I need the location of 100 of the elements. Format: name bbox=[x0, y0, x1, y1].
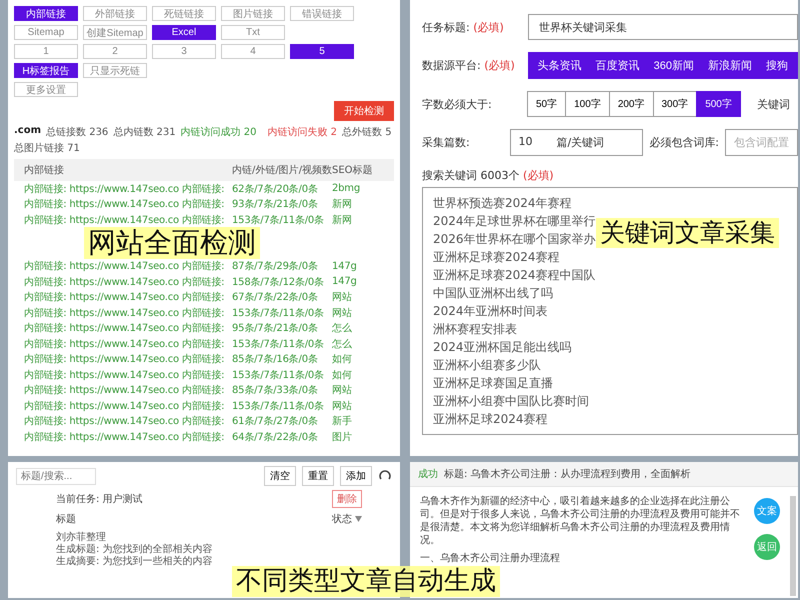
table-cell-text: 153条/7条/11条/0条 bbox=[232, 338, 325, 351]
table-cell-text: 85条/7条/33条/0条 bbox=[232, 384, 319, 398]
option-button[interactable]: Txt bbox=[221, 25, 285, 40]
item-title: 刘亦菲整理 bbox=[55, 532, 107, 544]
table-cell-text: 64条/7条/22条/0条 bbox=[232, 430, 319, 444]
option-button[interactable]: 2 bbox=[83, 44, 147, 59]
table-cell-text: 153条/7条/11条/0条 bbox=[232, 368, 325, 382]
table-cell-text: 网站 bbox=[332, 306, 353, 320]
table-cell-text: 93条/7条/21条/0条 bbox=[232, 198, 319, 212]
table-cell-text: 内部链接: https://www.147seo.co 内部链接: bbox=[24, 400, 226, 413]
table-cell-text: 内部链接: https://www.147seo.co 内部链接: bbox=[24, 198, 226, 212]
length-option[interactable]: 500字 bbox=[696, 91, 741, 117]
table-cell-text: 153条/7条/11条/0条 bbox=[232, 214, 325, 227]
table-cell-text: 内部链接: https://www.147seo.co 内部链接: bbox=[24, 414, 226, 428]
option-button[interactable]: 5 bbox=[290, 44, 354, 59]
length-option[interactable]: 300字 bbox=[652, 91, 698, 117]
option-button[interactable]: 创建Sitemap bbox=[83, 25, 147, 40]
toolbar-button[interactable]: 添加 bbox=[340, 466, 372, 486]
field-label: 采集篇数: bbox=[422, 135, 471, 150]
field-label: 关键词 bbox=[756, 96, 790, 112]
length-option[interactable]: 100字 bbox=[565, 91, 610, 117]
table-cell-text: 内部链接: https://www.147seo.co 内部链接: bbox=[24, 352, 226, 366]
table-cell-text: 153条/7条/11条/0条 bbox=[232, 400, 325, 413]
option-button[interactable]: 更多设置 bbox=[14, 82, 78, 97]
table-cell-text: 内部链接: https://www.147seo.co 内部链接: bbox=[24, 182, 226, 196]
table-cell-text: 怎么 bbox=[332, 322, 353, 336]
table-cell-text: 图片 bbox=[332, 430, 353, 444]
length-option[interactable]: 200字 bbox=[608, 91, 654, 117]
start-button[interactable]: 开始检测 bbox=[334, 101, 394, 121]
column-header: 标题 bbox=[56, 512, 76, 526]
field-label: 数据源平台: (必填) bbox=[422, 58, 516, 73]
caption-text: 不同类型文章自动生成 bbox=[232, 566, 500, 598]
caption-text: 关键词文章采集 bbox=[596, 218, 779, 248]
table-cell-text: 62条/7条/20条/0条 bbox=[232, 182, 319, 196]
option-button[interactable]: Excel bbox=[152, 25, 216, 40]
filter-icon[interactable] bbox=[355, 516, 362, 522]
table-cell-text: 153条/7条/11条/0条 bbox=[232, 306, 325, 320]
table-cell-text: 61条/7条/27条/0条 bbox=[232, 415, 319, 428]
table-cell-text: 如何 bbox=[332, 368, 353, 382]
stat-text: 总内链数 231 bbox=[113, 126, 176, 139]
source-option[interactable]: 360新闻 bbox=[654, 58, 694, 73]
table-cell-text: 内部链接: https://www.147seo.co 内部链接: bbox=[24, 368, 226, 382]
item-text: 生成摘要: 为您找到一些相关的内容 bbox=[55, 556, 214, 568]
option-button[interactable]: 只显示死链 bbox=[83, 63, 147, 78]
column-header: 内链/外链/图片/视频数 bbox=[232, 164, 332, 177]
table-cell-text: 内部链接: https://www.147seo.co 内部链接: bbox=[24, 290, 226, 304]
count-field[interactable]: 10 篇/关键词 bbox=[510, 129, 644, 156]
option-button[interactable]: 3 bbox=[152, 44, 216, 59]
table-cell-text: 新网 bbox=[332, 214, 353, 227]
table-cell-text: 内部链接: https://www.147seo.co 内部链接: bbox=[24, 322, 226, 336]
field-label: 任务标题: (必填) bbox=[422, 20, 505, 34]
column-header: SEO标题 bbox=[332, 164, 374, 177]
article-title: 成功 标题: 乌鲁木齐公司注册：从办理流程到费用，全面解析 bbox=[410, 462, 798, 487]
table-cell-text: 新网 bbox=[332, 198, 353, 212]
option-button[interactable]: 内部链接 bbox=[14, 6, 78, 21]
column-header: 状态 bbox=[332, 512, 362, 526]
table-cell-text: 87条/7条/29条/0条 bbox=[232, 260, 319, 274]
table-cell-text: 95条/7条/21条/0条 bbox=[232, 322, 319, 336]
toolbar-button[interactable]: 重置 bbox=[302, 466, 334, 486]
stat-text: 总图片链接 71 bbox=[14, 142, 80, 155]
table-cell-text: 85条/7条/16条/0条 bbox=[232, 353, 319, 366]
input-field[interactable]: 世界杯关键词采集 bbox=[528, 14, 798, 40]
option-button[interactable]: 图片链接 bbox=[221, 6, 285, 21]
table-cell-text: 新手 bbox=[332, 414, 353, 428]
search-field[interactable]: 标题/搜索... bbox=[16, 468, 96, 484]
source-option[interactable]: 头条资讯 bbox=[538, 58, 582, 73]
toolbar-button[interactable]: 清空 bbox=[264, 466, 296, 486]
option-button[interactable]: 1 bbox=[14, 44, 78, 59]
table-cell-text: 67条/7条/22条/0条 bbox=[232, 291, 319, 304]
source-option[interactable]: 新浪新闻 bbox=[708, 58, 752, 73]
table-cell-text: 147g bbox=[332, 276, 358, 288]
option-button[interactable]: 错误链接 bbox=[290, 6, 354, 21]
stat-text: 总链接数 236 bbox=[46, 126, 108, 139]
table-cell-text: 如何 bbox=[332, 353, 353, 366]
source-option[interactable]: 百度资讯 bbox=[596, 58, 640, 73]
table-cell-text: 怎么 bbox=[332, 338, 353, 351]
source-option[interactable]: 搜狗 bbox=[766, 58, 788, 73]
current-task-text: 当前任务: 用户测试 bbox=[56, 492, 143, 506]
field-label: 必须包含词库: bbox=[649, 135, 719, 150]
table-cell-text: 网站 bbox=[332, 290, 353, 304]
option-button[interactable]: H标签报告 bbox=[14, 63, 78, 78]
table-cell-text: 内部链接: https://www.147seo.co 内部链接: bbox=[24, 430, 226, 444]
table-cell-text: 网站 bbox=[332, 384, 353, 398]
option-button[interactable]: 死链链接 bbox=[152, 6, 216, 21]
option-button[interactable]: 4 bbox=[221, 44, 285, 59]
table-cell-text: 内部链接: https://www.147seo.co 内部链接: bbox=[24, 214, 226, 227]
scrollbar[interactable] bbox=[790, 496, 796, 596]
option-button[interactable]: Sitemap bbox=[14, 25, 78, 40]
option-button[interactable]: 外部链接 bbox=[83, 6, 147, 21]
table-cell-text: 2bmg bbox=[332, 183, 361, 194]
field-label: 字数必须大于: bbox=[422, 96, 493, 112]
delete-tag[interactable]: 删除 bbox=[332, 490, 362, 508]
table-cell-text: 内部链接: https://www.147seo.co 内部链接: bbox=[24, 260, 226, 274]
item-text: 生成标题: 为您找到的全部相关内容 bbox=[55, 544, 214, 556]
field-label: 搜索关键词 6003个 (必填) bbox=[422, 168, 555, 183]
stat-text: .com bbox=[14, 125, 42, 138]
column-header: 内部链接 bbox=[24, 164, 65, 177]
length-option[interactable]: 50字 bbox=[527, 91, 566, 117]
stat-text: 内链访问成功 20 bbox=[180, 126, 256, 139]
caption-text: 网站全面检测 bbox=[84, 226, 260, 260]
